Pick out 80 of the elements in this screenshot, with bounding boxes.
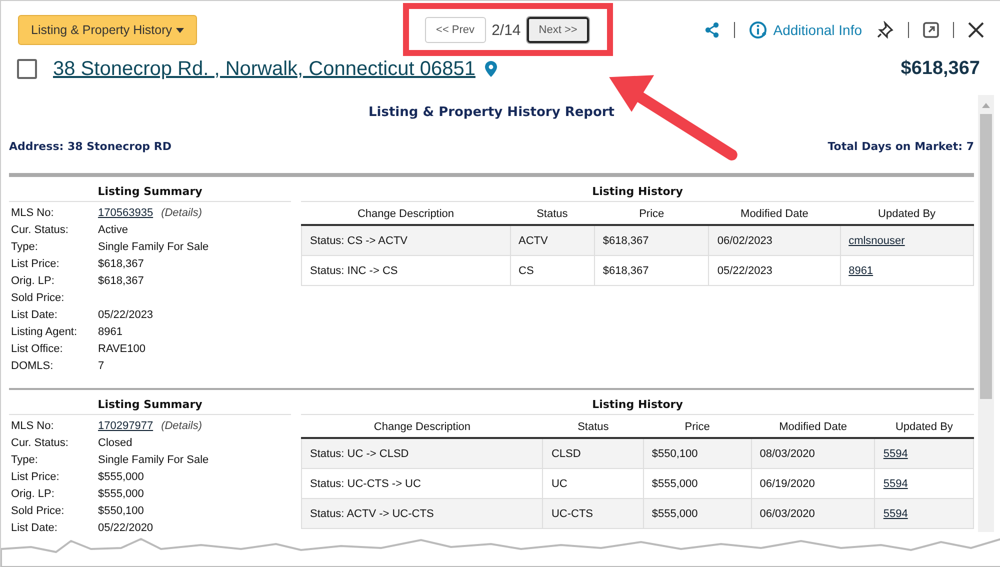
field-value: 05/22/2023	[98, 308, 154, 320]
field-label: Sold Price:	[11, 292, 66, 304]
table-cell: $618,367	[594, 225, 709, 256]
address-link[interactable]: 38 Stonecrop Rd. , Norwalk, Connecticut 06851	[53, 58, 476, 80]
map-pin-icon[interactable]	[485, 61, 498, 77]
table-cell: 05/22/2023	[708, 256, 840, 286]
mls-number-link[interactable]: 170563935	[98, 206, 154, 218]
user-link[interactable]: cmlsnouser	[848, 234, 905, 246]
field-label: List Date:	[11, 522, 58, 532]
field-label: Orig. LP:	[11, 274, 56, 286]
share-icon[interactable]	[704, 22, 720, 38]
table-cell: $618,367	[594, 256, 709, 286]
table-cell: 06/02/2023	[708, 225, 840, 256]
scroll-thumb[interactable]	[980, 114, 992, 399]
history-heading: Listing History	[301, 185, 974, 202]
field-label: List Date:	[11, 308, 58, 320]
scrollbar[interactable]	[978, 95, 994, 532]
field-label: List Office:	[11, 342, 64, 354]
field-label: List Price:	[11, 470, 60, 482]
field-value: Closed	[98, 436, 132, 448]
field-label: Orig. LP:	[11, 488, 56, 500]
user-link[interactable]: 5594	[883, 508, 908, 520]
table-cell: $555,000	[643, 498, 752, 528]
mls-number-link[interactable]: 170297977	[98, 420, 154, 432]
field-label: Cur. Status:	[11, 224, 70, 236]
history-heading: Listing History	[301, 398, 974, 415]
table-cell: 06/03/2020	[751, 498, 875, 528]
user-link[interactable]: 8961	[848, 264, 874, 276]
field-label: List Price:	[11, 258, 60, 270]
summary-heading: Listing Summary	[9, 398, 291, 415]
table-cell: Status: INC -> CS	[302, 256, 510, 286]
report-title: Listing & Property History Report	[367, 104, 616, 120]
table-cell: CLSD	[542, 438, 644, 468]
table-cell: UC-CTS	[542, 498, 644, 528]
field-value: $550,100	[98, 504, 144, 516]
details-link[interactable]: (Details)	[161, 420, 202, 432]
field-value: 05/22/2020	[98, 522, 154, 532]
field-value: 7	[98, 360, 104, 372]
field-label: Type:	[11, 240, 39, 252]
summary-heading: Listing Summary	[9, 185, 291, 202]
field-label: MLS No:	[11, 420, 55, 432]
field-value: $555,000	[98, 470, 144, 482]
field-value: RAVE100	[98, 342, 146, 354]
table-cell: $550,100	[643, 438, 752, 468]
days-on-market: Total Days on Market: 7	[828, 140, 974, 153]
field-value: Single Family For Sale	[98, 240, 209, 252]
field-label: Type:	[11, 454, 39, 466]
field-label: DOMLS:	[11, 360, 54, 372]
field-label: Listing Agent:	[11, 326, 78, 338]
field-value: $618,367	[98, 258, 144, 270]
user-link[interactable]: 5594	[883, 478, 908, 490]
close-icon[interactable]	[968, 22, 984, 38]
table-cell: Status: ACTV -> UC-CTS	[302, 498, 543, 528]
caret-icon	[176, 28, 184, 32]
user-link[interactable]: 5594	[883, 448, 908, 460]
field-value: $555,000	[98, 488, 144, 500]
table-cell: ACTV	[510, 225, 594, 256]
page-position: 2/14	[492, 22, 521, 38]
listing-price: $618,367	[900, 58, 980, 80]
field-value: Single Family For Sale	[98, 454, 209, 466]
field-label: MLS No:	[11, 206, 55, 218]
prev-button[interactable]: << Prev	[425, 17, 486, 43]
field-value: Active	[98, 224, 128, 236]
field-value: 8961	[98, 326, 122, 338]
additional-info-link[interactable]: Additional Info	[749, 21, 862, 39]
table-cell: 08/03/2020	[751, 438, 875, 468]
address-label: Address: 38 Stonecrop RD	[9, 140, 172, 153]
field-value: $618,367	[98, 274, 144, 286]
next-button[interactable]: Next >>	[526, 17, 590, 43]
field-label: Sold Price:	[11, 504, 66, 516]
table-cell: Status: UC -> CLSD	[302, 438, 543, 468]
view-menu-button[interactable]: Listing & Property History	[18, 15, 198, 45]
table-cell: Status: CS -> ACTV	[302, 225, 510, 256]
details-link[interactable]: (Details)	[161, 206, 202, 218]
info-icon	[749, 21, 768, 39]
select-checkbox[interactable]	[17, 59, 37, 79]
pin-icon[interactable]	[876, 21, 894, 39]
table-cell: CS	[510, 256, 594, 286]
field-label: Cur. Status:	[11, 436, 70, 448]
popout-icon[interactable]	[923, 22, 939, 38]
